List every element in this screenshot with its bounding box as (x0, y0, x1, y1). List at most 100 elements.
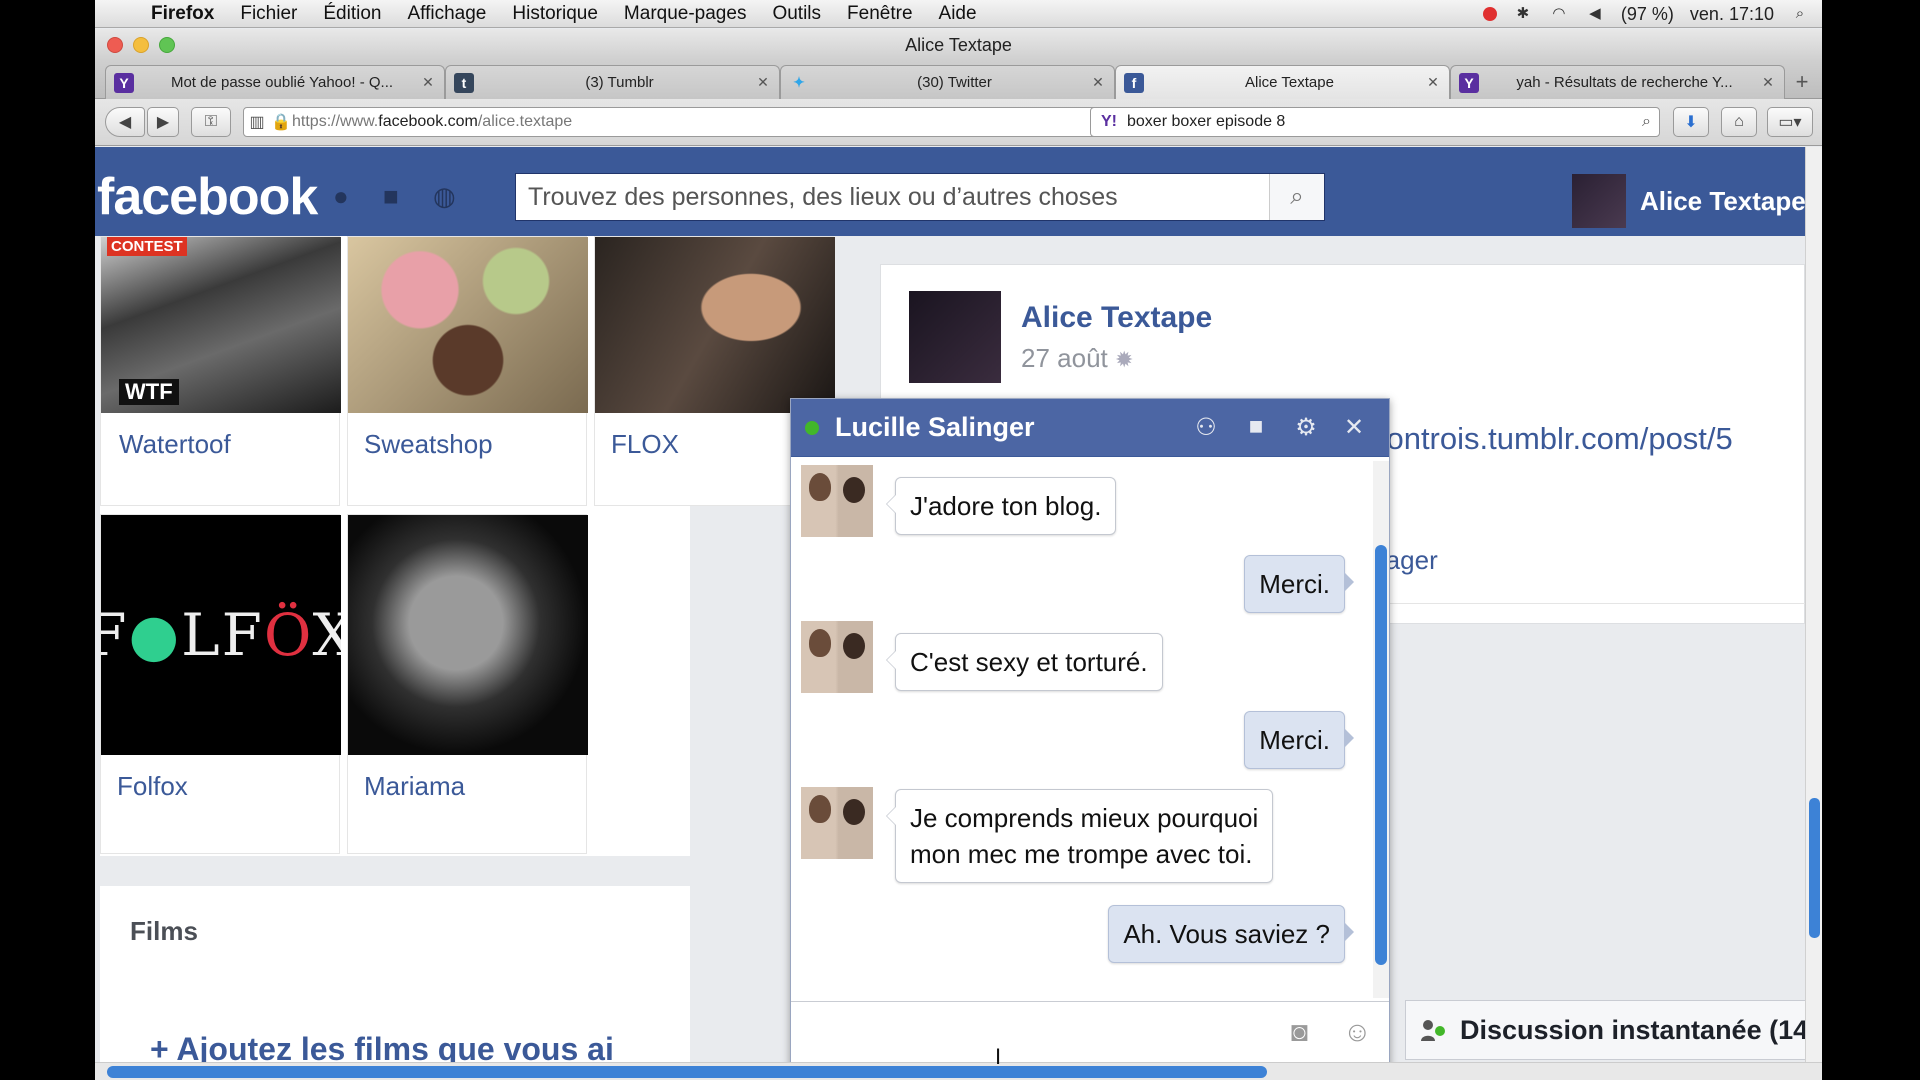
menu-clock[interactable]: ven. 17:10 (1690, 4, 1774, 25)
chat-message-sent: Merci. (1244, 555, 1354, 613)
url-path: /alice.textape (477, 113, 573, 130)
menu-affichage[interactable]: Affichage (407, 3, 486, 25)
music-thumbnail: CONTEST WTF (101, 237, 341, 413)
twitter-favicon-icon: ✦ (793, 74, 805, 90)
menu-fichier[interactable]: Fichier (240, 3, 297, 25)
online-status-icon (805, 421, 819, 435)
messages-icon[interactable]: ■ (383, 181, 399, 212)
search-engine-bar[interactable]: Y! boxer boxer episode 8 ⌕ (1090, 107, 1660, 137)
online-friends-icon (1420, 1017, 1446, 1043)
chat-close-icon[interactable]: ✕ (1339, 413, 1369, 442)
menu-panel-icon[interactable]: ▭▾ (1767, 107, 1813, 137)
avatar[interactable] (801, 787, 873, 859)
tab-facebook-alice-textape[interactable]: f Alice Textape ✕ (1115, 65, 1450, 99)
window-close-button[interactable] (107, 37, 123, 53)
window-zoom-button[interactable] (159, 37, 175, 53)
avatar[interactable] (801, 621, 873, 693)
avatar[interactable] (909, 291, 1001, 383)
chat-scrollbar-thumb[interactable] (1375, 545, 1387, 965)
menu-status-area: ✱ ◠ ◀ (97 %) ven. 17:10 ⌕ (1482, 0, 1810, 28)
menu-marque-pages[interactable]: Marque-pages (624, 3, 747, 25)
header-profile-link[interactable]: Alice Textape (1572, 174, 1806, 228)
menu-outils[interactable]: Outils (772, 3, 821, 25)
tab-twitter[interactable]: ✦ (30) Twitter ✕ (780, 65, 1115, 99)
tab-yahoo-password[interactable]: Y Mot de passe oublié Yahoo! - Q... ✕ (105, 65, 445, 99)
add-friends-to-chat-icon[interactable]: ⚇ (1191, 413, 1221, 442)
music-label: Sweatshop (364, 429, 493, 459)
search-button-icon[interactable]: ⌕ (1269, 174, 1324, 220)
chat-message-sent: Merci. (1244, 711, 1354, 769)
volume-icon[interactable]: ◀ (1585, 6, 1605, 22)
record-indicator-icon[interactable] (1482, 7, 1497, 21)
tab-label: yah - Résultats de recherche Y... (1516, 74, 1733, 91)
menu-aide[interactable]: Aide (939, 3, 977, 25)
music-card-watertoof[interactable]: CONTEST WTF Watertoof (100, 236, 341, 506)
tab-tumblr[interactable]: t (3) Tumblr ✕ (445, 65, 780, 99)
back-button[interactable]: ◀ (105, 107, 145, 137)
music-thumbnail: F●LFÖX (101, 515, 341, 755)
wifi-icon[interactable]: ◠ (1549, 6, 1569, 22)
menu-edition[interactable]: Édition (323, 3, 381, 25)
contest-badge-icon: CONTEST (107, 237, 187, 256)
tab-close-icon[interactable]: ✕ (1425, 74, 1441, 91)
search-engine-value: boxer boxer episode 8 (1127, 113, 1286, 130)
chat-scrollbar[interactable] (1373, 461, 1389, 998)
window-title: Alice Textape (905, 34, 1012, 55)
music-thumbnail (348, 515, 588, 755)
tab-yahoo-search[interactable]: Y yah - Résultats de recherche Y... ✕ (1450, 65, 1785, 99)
chat-contact-name[interactable]: Lucille Salinger (835, 412, 1035, 443)
home-icon[interactable]: ⌂ (1721, 107, 1757, 137)
lock-icon: 🔒 (271, 114, 291, 131)
battery-status[interactable]: (97 %) (1621, 4, 1674, 25)
search-icon[interactable]: ⌕ (1642, 113, 1651, 131)
post-date[interactable]: 27 août ✹ (1021, 343, 1133, 374)
tab-label: (30) Twitter (917, 74, 992, 91)
yahoo-search-engine-icon[interactable]: Y! (1091, 113, 1127, 131)
tab-close-icon[interactable]: ✕ (1090, 74, 1106, 91)
page-horizontal-scrollbar-thumb[interactable] (107, 1066, 1267, 1078)
new-tab-button[interactable]: + (1788, 69, 1816, 95)
url-bar[interactable]: ▥ 🔒 https://www. facebook.com/alice.texta… (243, 107, 1183, 137)
bluetooth-icon[interactable]: ✱ (1513, 6, 1533, 22)
url-domain: facebook.com (378, 113, 478, 130)
emoticon-icon[interactable]: ☺ (1343, 1016, 1372, 1048)
tab-close-icon[interactable]: ✕ (755, 74, 771, 91)
friend-requests-icon[interactable]: ● (333, 181, 349, 212)
tab-label: (3) Tumblr (585, 74, 654, 91)
facebook-search-input[interactable]: Trouvez des personnes, des lieux ou d’au… (515, 173, 1325, 221)
menu-historique[interactable]: Historique (512, 3, 598, 25)
bookmarks-icon: ▥ (249, 114, 265, 131)
post-date-text: 27 août (1021, 343, 1108, 373)
music-card-sweatshop[interactable]: Sweatshop (347, 236, 588, 506)
spotlight-search-icon[interactable]: ⌕ (1790, 6, 1810, 22)
music-card-mariama[interactable]: Mariama (347, 514, 588, 854)
notifications-globe-icon[interactable]: ◍ (433, 181, 456, 212)
page-vertical-scrollbar-thumb[interactable] (1809, 798, 1820, 938)
page-vertical-scrollbar[interactable] (1805, 147, 1822, 1062)
folfox-logo-icon: F●LFÖX (101, 601, 341, 669)
menu-app-firefox[interactable]: Firefox (151, 3, 214, 25)
chat-settings-gear-icon[interactable]: ⚙ (1291, 413, 1321, 442)
menu-fenetre[interactable]: Fenêtre (847, 3, 912, 25)
downloads-icon[interactable]: ⬇ (1673, 107, 1709, 137)
privacy-gear-icon[interactable]: ✹ (1115, 347, 1133, 372)
camera-icon[interactable]: ◙ (1291, 1016, 1308, 1048)
chat-message-sent: Ah. Vous saviez ? (1108, 905, 1354, 963)
security-shield-button[interactable]: ⚿ (191, 107, 231, 137)
avatar[interactable] (801, 465, 873, 537)
tab-close-icon[interactable]: ✕ (420, 74, 436, 91)
video-call-icon[interactable]: ■ (1241, 413, 1271, 441)
chat-messages: J'adore ton blog. Merci. C'est sexy et t… (791, 457, 1371, 1000)
chat-header[interactable]: Lucille Salinger ⚇ ■ ⚙ ✕ (791, 399, 1389, 457)
tab-close-icon[interactable]: ✕ (1760, 74, 1776, 91)
chat-sidebar-toggle[interactable]: Discussion instantanée (14) (1405, 1000, 1822, 1060)
facebook-logo[interactable]: facebook (97, 167, 318, 227)
tab-label: Mot de passe oublié Yahoo! - Q... (170, 74, 394, 91)
chat-sidebar-label: Discussion instantanée (14) (1460, 1014, 1818, 1045)
window-minimize-button[interactable] (133, 37, 149, 53)
post-author-link[interactable]: Alice Textape (1021, 301, 1212, 335)
page-horizontal-scrollbar[interactable] (95, 1062, 1822, 1080)
music-card-folfox[interactable]: F●LFÖX Folfox (100, 514, 341, 854)
browser-tab-bar: Y Mot de passe oublié Yahoo! - Q... ✕ t … (95, 61, 1822, 99)
forward-button[interactable]: ▶ (147, 107, 179, 137)
